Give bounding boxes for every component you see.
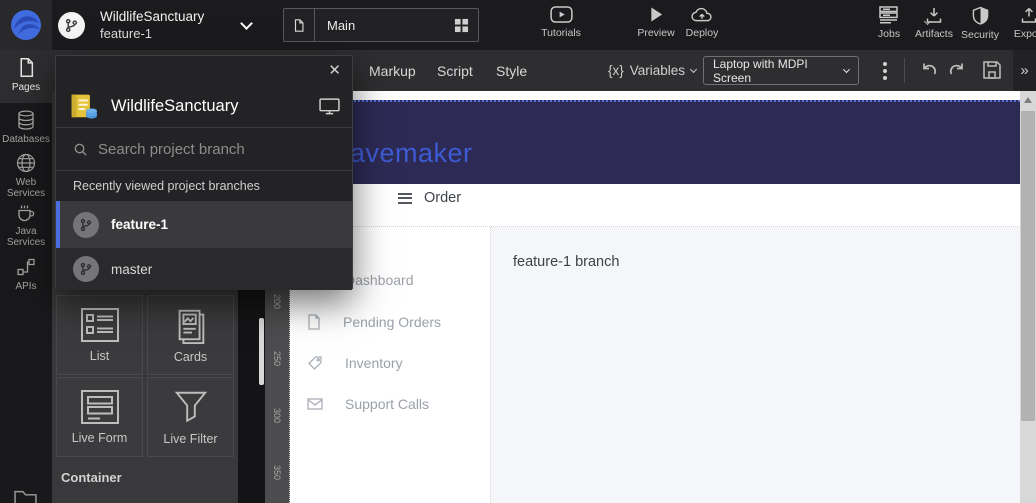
canvas-branch-label[interactable]: feature-1 branch: [513, 254, 619, 270]
wavemaker-studio-window: WildlifeSanctuary feature-1 Main: [0, 0, 1036, 503]
top-bar: WildlifeSanctuary feature-1 Main: [0, 0, 1036, 50]
canvas-content-area[interactable]: feature-1 branch: [491, 227, 1020, 503]
coffee-cup-icon: [16, 202, 36, 222]
grid-view-icon[interactable]: [454, 18, 469, 33]
save-button[interactable]: [982, 60, 1002, 80]
play-icon: [649, 6, 664, 23]
widget-live-form[interactable]: Live Form: [56, 377, 143, 457]
redo-button[interactable]: [948, 60, 968, 80]
monitor-icon[interactable]: [319, 98, 340, 115]
scrollbar-thumb[interactable]: [1021, 111, 1035, 421]
deploy-button[interactable]: Deploy: [671, 6, 733, 39]
popup-project-name: WildlifeSanctuary: [111, 97, 238, 116]
document-icon: [307, 314, 321, 330]
canvas-nav-inventory[interactable]: Inventory: [307, 355, 403, 371]
ruler-mark: 250: [272, 351, 282, 366]
page-selector-value: Main: [327, 18, 355, 33]
canvas-nav-pending-orders[interactable]: Pending Orders: [307, 314, 441, 330]
shield-icon: [972, 6, 989, 25]
tab-markup[interactable]: Markup: [369, 50, 416, 91]
download-tray-icon: [925, 6, 943, 24]
page-selector[interactable]: Main: [283, 8, 479, 42]
ruler-mark: 200: [272, 294, 282, 309]
tutorials-button[interactable]: Tutorials: [530, 6, 592, 39]
list-widget-icon: [80, 307, 120, 343]
current-branch-name: feature-1: [100, 26, 204, 41]
globe-icon: [16, 153, 36, 173]
cloud-upload-icon: [690, 6, 714, 23]
live-filter-widget-icon: [172, 388, 210, 426]
chevron-down-icon: [690, 66, 697, 73]
scroll-up-arrow[interactable]: [1024, 97, 1032, 103]
export-tray-icon: [1020, 6, 1036, 24]
ruler-mark: 350: [272, 465, 282, 480]
canvas-page-header[interactable]: wavemaker: [290, 100, 1020, 184]
popup-project-header: WildlifeSanctuary: [56, 86, 352, 128]
more-options-button[interactable]: [878, 58, 892, 84]
close-icon[interactable]: ✕: [328, 61, 341, 79]
widget-cards[interactable]: Cards: [147, 295, 234, 375]
double-chevron-right-icon: »: [1020, 62, 1028, 79]
live-form-widget-icon: [80, 389, 120, 425]
api-nodes-icon: [16, 257, 36, 277]
jobs-stack-icon: [879, 6, 900, 24]
studio-sidebar: Pages Databases Web Services: [0, 50, 52, 503]
undo-button[interactable]: [918, 60, 938, 80]
project-icon: [70, 93, 98, 121]
sidebar-item-java-services[interactable]: Java Services: [0, 202, 52, 248]
youtube-icon: [550, 6, 573, 23]
palette-section-container[interactable]: Container: [61, 470, 122, 485]
branch-search-input[interactable]: [98, 141, 318, 158]
vertical-scrollbar-thumb[interactable]: [259, 318, 264, 385]
search-icon: [73, 142, 88, 157]
project-name: WildlifeSanctuary: [100, 9, 204, 24]
recent-branches-label: Recently viewed project branches: [73, 171, 260, 201]
branch-icon: [73, 212, 99, 238]
database-icon: [17, 110, 35, 130]
variables-menu[interactable]: {x} Variables: [608, 50, 696, 91]
variables-x-icon: {x}: [608, 63, 624, 78]
canvas-menu-order[interactable]: Order: [398, 190, 461, 206]
device-selector[interactable]: Laptop with MDPI Screen: [703, 56, 859, 85]
ruler-mark: 300: [272, 408, 282, 423]
export-button[interactable]: Export: [998, 6, 1036, 40]
envelope-icon: [307, 398, 323, 410]
branch-item-master[interactable]: master: [56, 248, 352, 290]
wave-logo-icon: [9, 8, 43, 42]
project-branch-selector[interactable]: WildlifeSanctuary feature-1: [58, 0, 268, 50]
branch-icon: [73, 256, 99, 282]
wavemaker-logo[interactable]: [0, 0, 52, 50]
branch-search: [56, 129, 352, 171]
sidebar-item-databases[interactable]: Databases: [0, 110, 52, 145]
sidebar-item-apis[interactable]: APIs: [0, 257, 52, 292]
branch-switcher-popup: ✕ WildlifeSanctuary: [55, 55, 353, 289]
page-icon: [17, 57, 36, 78]
toolbar-divider: [904, 58, 905, 83]
canvas-scrollbar: [1020, 91, 1036, 503]
tab-script[interactable]: Script: [437, 50, 473, 91]
widget-live-filter[interactable]: Live Filter: [147, 377, 234, 457]
tab-style[interactable]: Style: [496, 50, 527, 91]
widget-list[interactable]: List: [56, 295, 143, 375]
design-canvas[interactable]: wavemaker Order Dashboard Pending Ord: [290, 91, 1020, 503]
branch-item-feature-1[interactable]: feature-1: [56, 201, 352, 248]
tag-icon: [307, 355, 323, 371]
sidebar-item-web-services[interactable]: Web Services: [0, 153, 52, 199]
expand-right-panel-button[interactable]: »: [1013, 50, 1036, 91]
hamburger-menu-icon: [398, 193, 412, 204]
sidebar-item-pages[interactable]: Pages: [0, 50, 52, 103]
folder-icon[interactable]: [14, 490, 37, 503]
cards-widget-icon: [172, 306, 210, 344]
canvas-nav-support-calls[interactable]: Support Calls: [307, 396, 429, 412]
branch-avatar: [58, 12, 85, 39]
page-file-icon: [284, 9, 315, 41]
